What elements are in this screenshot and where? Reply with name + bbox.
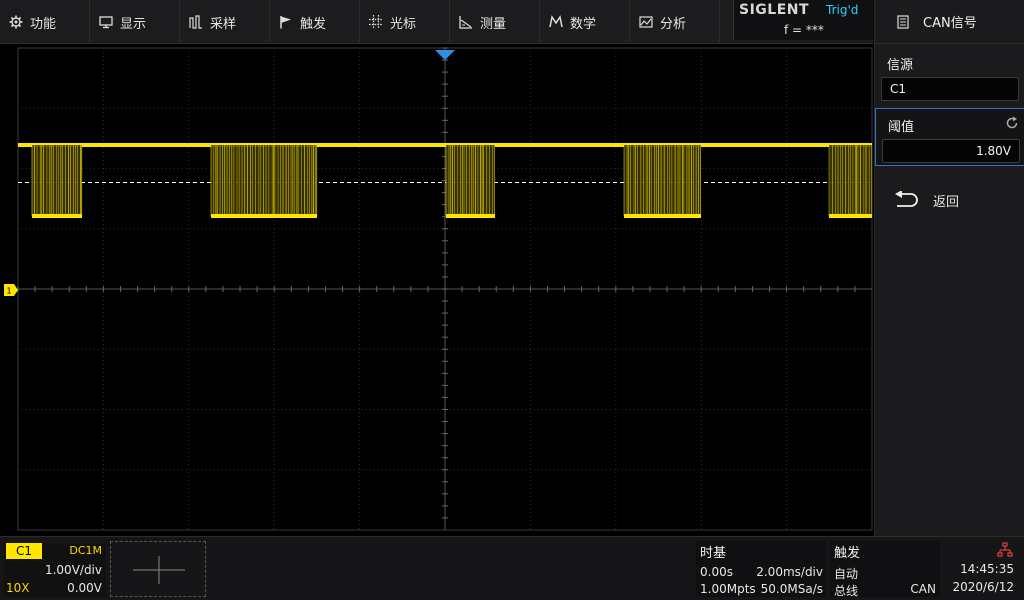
center-axis-ticks xyxy=(17,47,856,519)
trace-idle-level xyxy=(18,143,872,147)
measure-icon xyxy=(459,16,472,29)
channel1-offset: 0.00V xyxy=(67,581,102,595)
bottom-status-bar: C1 DC1M 1.00V/div 10X 0.00V 时基 0.00s 2.0… xyxy=(0,536,1024,600)
trace-burst xyxy=(828,145,873,218)
menu-label: 数学 xyxy=(570,16,597,32)
add-channel-button[interactable] xyxy=(110,541,206,597)
flag-icon xyxy=(280,16,291,29)
display-icon xyxy=(99,16,113,29)
document-icon xyxy=(897,14,909,29)
threshold-value: 1.80V xyxy=(882,139,1020,163)
back-label: 返回 xyxy=(933,194,960,210)
menu-analysis[interactable]: 分析 xyxy=(630,0,720,44)
trace-burst xyxy=(445,145,495,218)
trigger-info[interactable]: 触发 自动 总线 CAN xyxy=(830,541,940,598)
sample-rate: 50.0MSa/s xyxy=(760,582,823,596)
svg-text:1: 1 xyxy=(7,287,12,296)
menu-trigger[interactable]: 触发 xyxy=(270,0,360,44)
clock-info: 14:45:35 2020/6/12 xyxy=(944,541,1022,597)
back-button[interactable]: 返回 xyxy=(875,178,1024,222)
math-icon xyxy=(549,15,563,28)
channel1-probe: 10X xyxy=(6,581,30,595)
timebase-delay: 0.00s xyxy=(700,565,733,579)
gear-icon xyxy=(9,15,23,29)
panel-title: CAN信号 xyxy=(923,16,977,31)
channel1-info[interactable]: C1 DC1M 1.00V/div 10X 0.00V xyxy=(4,543,106,597)
channel1-coupling: DC1M xyxy=(69,544,102,557)
trigger-source: CAN xyxy=(910,582,936,596)
waveform-display[interactable]: 1 xyxy=(0,44,874,536)
analysis-icon xyxy=(639,16,653,28)
menu-label: 功能 xyxy=(30,16,57,32)
menu-cursors[interactable]: 光标 xyxy=(360,0,450,44)
clock-date: 2020/6/12 xyxy=(952,580,1014,594)
trace-burst xyxy=(623,145,701,218)
plus-icon xyxy=(133,556,185,584)
can-signal-menu: CAN信号 信源 C1 阈值 1.80V 返回 xyxy=(874,0,1024,536)
menu-display[interactable]: 显示 xyxy=(90,0,180,44)
back-arrow-icon xyxy=(895,191,918,207)
trigger-mode: 自动 xyxy=(834,567,859,581)
menu-label: 光标 xyxy=(390,16,417,32)
network-icon xyxy=(997,542,1013,557)
menu-measure[interactable]: 测量 xyxy=(450,0,540,44)
status-box: SIGLENT Trig'd f = *** xyxy=(733,0,873,40)
trigger-status: Trig'd xyxy=(826,3,859,17)
channel1-badge: C1 xyxy=(6,543,42,559)
threshold-label: 阈值 xyxy=(888,120,915,135)
trigger-title: 触发 xyxy=(834,546,861,561)
clock-time: 14:45:35 xyxy=(960,562,1014,576)
trace-burst xyxy=(31,145,83,218)
channel1-ground-marker[interactable]: 1 xyxy=(4,284,18,296)
frequency-counter: f = *** xyxy=(784,23,824,37)
menu-label: 显示 xyxy=(120,16,147,32)
trace-burst xyxy=(210,145,318,218)
waveform-canvas: 1 xyxy=(4,47,873,531)
menu-label: 采样 xyxy=(210,16,237,32)
channel1-scale: 1.00V/div xyxy=(44,563,102,577)
menu-label: 分析 xyxy=(660,16,687,32)
menu-utility[interactable]: 功能 xyxy=(0,0,90,44)
panel-header: CAN信号 xyxy=(875,0,1024,44)
threshold-menu-item[interactable]: 阈值 1.80V xyxy=(875,108,1024,166)
timebase-scale: 2.00ms/div xyxy=(756,565,823,579)
timebase-title: 时基 xyxy=(700,546,727,561)
source-value: C1 xyxy=(881,77,1019,101)
menu-math[interactable]: 数学 xyxy=(540,0,630,44)
refresh-icon[interactable] xyxy=(1005,116,1019,130)
brand-logo: SIGLENT xyxy=(739,2,810,18)
cursor-icon xyxy=(369,15,383,29)
menu-label: 触发 xyxy=(300,16,327,32)
trigger-position-marker[interactable] xyxy=(435,50,455,60)
trigger-type: 总线 xyxy=(834,584,859,598)
menu-label: 测量 xyxy=(480,16,507,32)
menu-acquire[interactable]: 采样 xyxy=(180,0,270,44)
memory-depth: 1.00Mpts xyxy=(700,582,756,596)
source-label: 信源 xyxy=(887,58,914,73)
acquire-icon xyxy=(189,15,202,29)
source-menu-item[interactable]: 信源 C1 xyxy=(875,46,1024,104)
timebase-info[interactable]: 时基 0.00s 2.00ms/div 1.00Mpts 50.0MSa/s xyxy=(696,541,826,597)
